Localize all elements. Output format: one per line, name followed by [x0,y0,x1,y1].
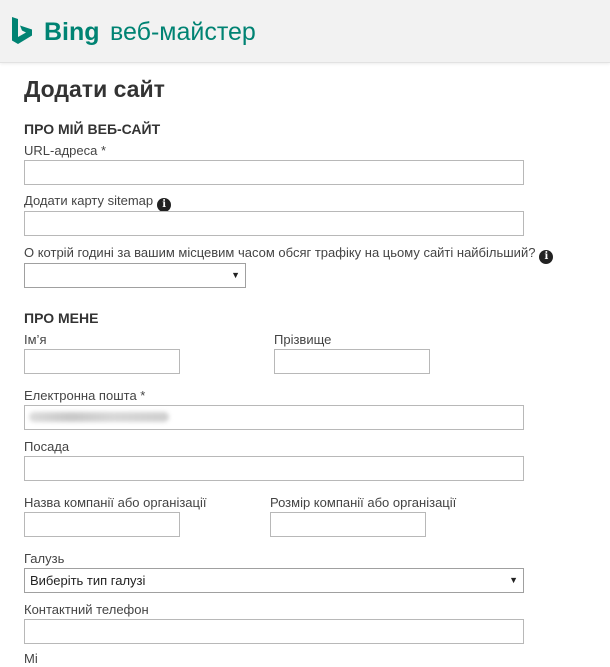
position-label: Посада [24,439,70,454]
first-name-input[interactable] [24,349,180,374]
page-title: Додати сайт [24,76,165,102]
phone-label: Контактний телефон [24,602,149,617]
url-label: URL-адреса * [24,143,107,158]
last-name-label: Прізвище [274,332,332,347]
industry-label: Галузь [24,551,65,566]
section-title-about-me: ПРО МЕНЕ [24,310,99,326]
industry-select[interactable]: Виберіть тип галузі ▼ [24,568,524,593]
url-input[interactable] [24,160,524,185]
product-name: веб-майстер [110,18,256,46]
chevron-down-icon: ▼ [509,575,518,585]
company-name-input[interactable] [24,512,180,537]
chevron-down-icon: ▼ [231,270,240,280]
sitemap-label-text: Додати карту sitemap [24,193,154,208]
next-field-label: Мі [24,651,38,666]
section-title-about-site: ПРО МІЙ ВЕБ-САЙТ [24,121,161,137]
traffic-label-text: О котрій годині за вашим місцевим часом … [24,245,536,260]
company-name-label: Назва компанії або організації [24,495,207,510]
last-name-input[interactable] [274,349,430,374]
sitemap-input[interactable] [24,211,524,236]
sitemap-label: Додати карту sitemap i [24,193,172,212]
traffic-time-select[interactable]: ▼ [24,263,246,288]
company-size-label: Розмір компанії або організації [270,495,457,510]
traffic-label: О котрій годині за вашим місцевим часом … [24,245,554,264]
email-label: Електронна пошта * [24,388,146,403]
phone-input[interactable] [24,619,524,644]
header-bar: Bing веб-майстер [0,0,610,63]
email-input[interactable] [24,405,524,430]
company-size-input[interactable] [270,512,426,537]
redacted-email [29,412,169,422]
info-icon[interactable]: i [539,250,554,264]
bing-logo-icon [12,17,32,44]
first-name-label: Ім’я [24,332,47,347]
info-icon[interactable]: i [157,198,172,212]
industry-value: Виберіть тип галузі [30,573,146,588]
brand-name[interactable]: Bing [44,17,100,47]
position-input[interactable] [24,456,524,481]
